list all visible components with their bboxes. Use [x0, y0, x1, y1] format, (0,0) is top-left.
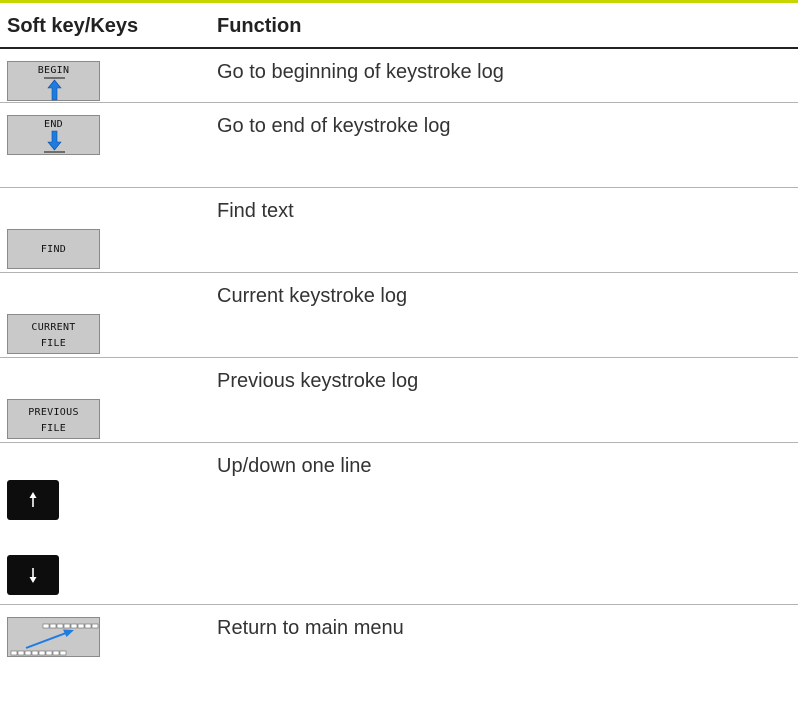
arrow-down-to-line-icon [44, 130, 65, 153]
function-text: Previous keystroke log [217, 370, 419, 392]
find-softkey-label: FIND [40, 244, 67, 255]
end-softkey[interactable]: END [7, 115, 100, 155]
table-row: Up/down one line [0, 443, 798, 604]
function-text: Go to beginning of keystroke log [217, 61, 504, 83]
previous-file-softkey-label-1: PREVIOUS [28, 407, 79, 418]
previous-file-softkey-label-2: FILE [40, 423, 67, 434]
return-main-menu-softkey[interactable] [7, 617, 100, 657]
function-text: Go to end of keystroke log [217, 115, 451, 137]
previous-file-softkey[interactable]: PREVIOUS FILE [7, 399, 100, 439]
current-file-softkey-label-1: CURRENT [31, 322, 76, 333]
arrow-down-key[interactable] [7, 555, 59, 595]
header-function: Function [217, 15, 302, 37]
table-header: Soft key/Keys Function [0, 3, 798, 49]
table-row: END Go to end of keystroke log [0, 103, 798, 187]
find-softkey[interactable]: FIND [7, 229, 100, 269]
current-file-softkey-label-2: FILE [40, 338, 67, 349]
arrow-up-key-icon [29, 492, 37, 507]
arrow-down-key-icon [29, 568, 37, 583]
function-text: Up/down one line [217, 455, 372, 477]
function-text: Current keystroke log [217, 285, 408, 307]
table-row: Return to main menu [0, 605, 798, 724]
function-text: Find text [217, 200, 294, 222]
current-file-softkey[interactable]: CURRENT FILE [7, 314, 100, 354]
begin-softkey[interactable]: BEGIN [7, 61, 100, 101]
arrow-up-key[interactable] [7, 480, 59, 520]
return-to-main-menu-icon [10, 623, 99, 656]
header-softkey: Soft key/Keys [7, 15, 139, 37]
function-text: Return to main menu [217, 617, 404, 639]
arrow-up-to-line-icon [44, 77, 65, 101]
table-row: CURRENT FILE Current keystroke log [0, 273, 798, 357]
table-row: BEGIN Go to beginning of keystroke log [0, 49, 798, 102]
table-row: FIND Find text [0, 188, 798, 272]
table-row: PREVIOUS FILE Previous keystroke log [0, 358, 798, 442]
